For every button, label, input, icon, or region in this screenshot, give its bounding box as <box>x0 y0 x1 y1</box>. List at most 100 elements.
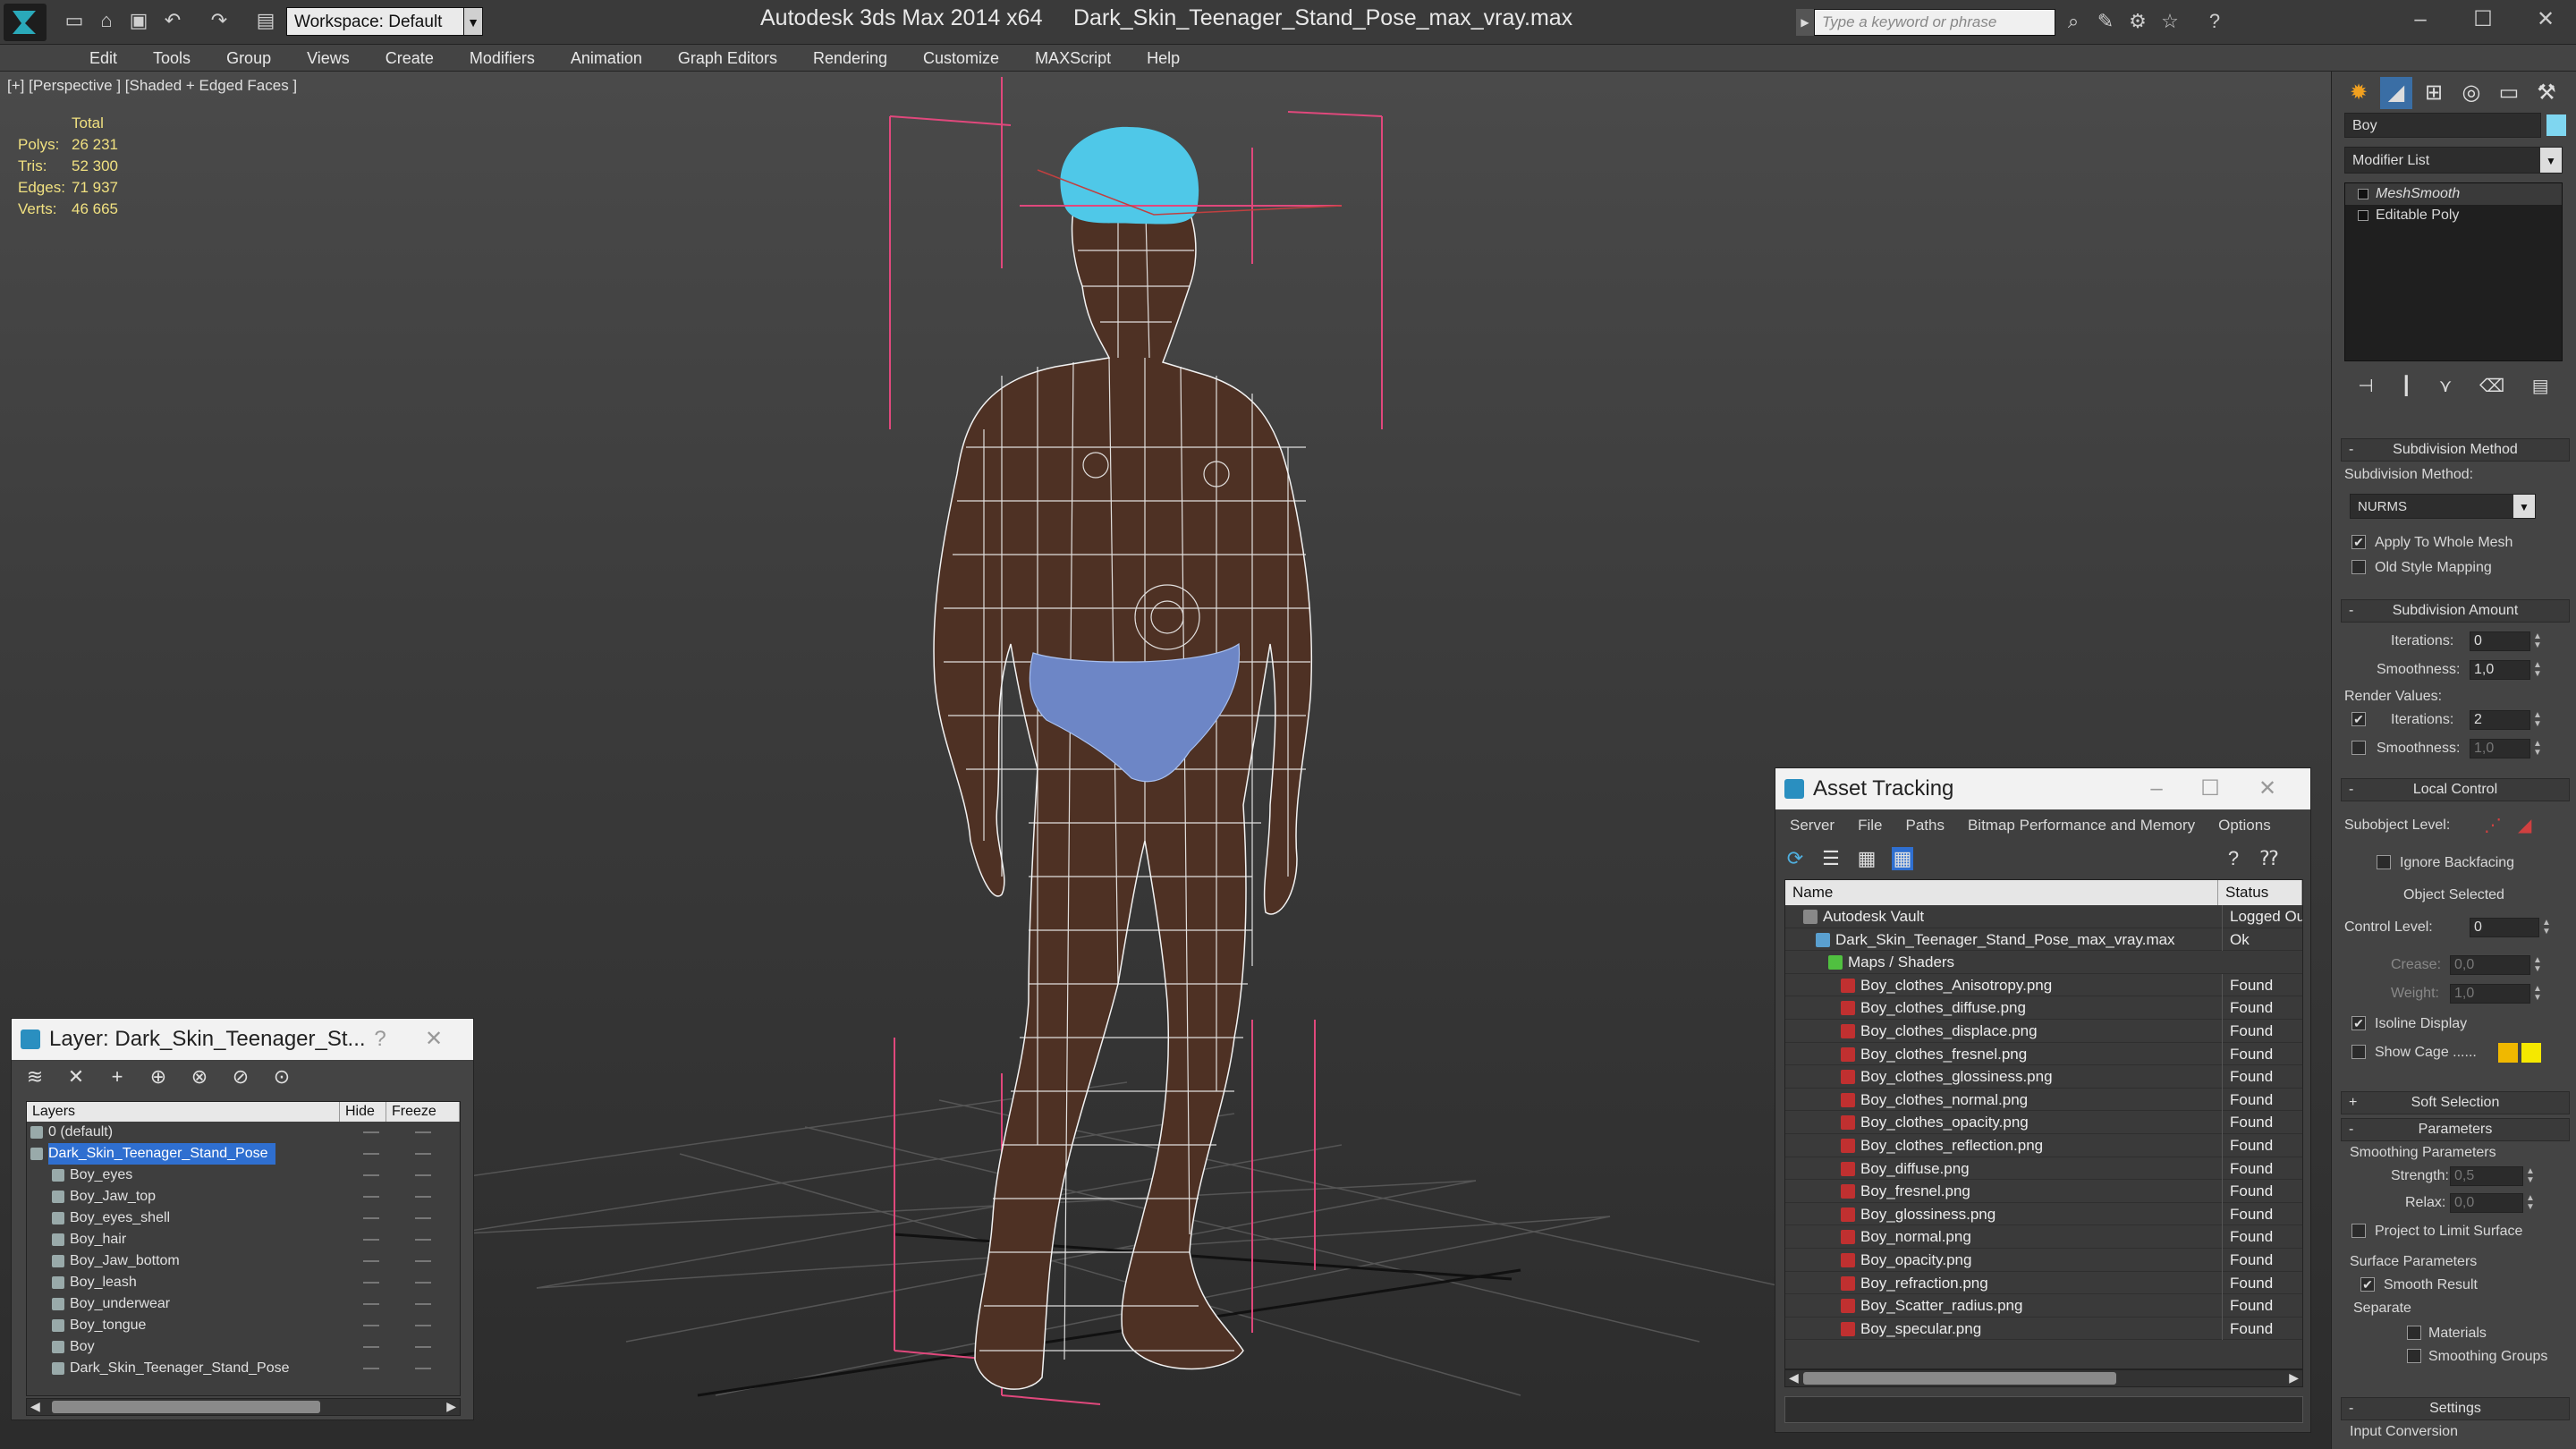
asset-row[interactable]: Boy_specular.png Found <box>1785 1317 2302 1341</box>
rollout-subdivision-method[interactable]: - Subdivision Method <box>2341 438 2570 462</box>
search-input[interactable]: Type a keyword or phrase <box>1814 9 2055 36</box>
asset-menu-server[interactable]: Server <box>1790 809 1835 842</box>
scrollbar-thumb[interactable] <box>52 1401 320 1413</box>
show-end-result-icon[interactable]: ┃ <box>2401 375 2411 397</box>
menu-modifiers[interactable]: Modifiers <box>452 45 553 71</box>
help-icon[interactable]: ? <box>2223 847 2244 870</box>
column-hide[interactable]: Hide <box>340 1102 386 1122</box>
stack-item-editable-poly[interactable]: Editable Poly <box>2345 205 2562 226</box>
asset-row[interactable]: Boy_clothes_opacity.png Found <box>1785 1111 2302 1134</box>
menu-group[interactable]: Group <box>208 45 289 71</box>
horizontal-scrollbar[interactable]: ◀ ▶ <box>26 1398 461 1416</box>
pin-stack-icon[interactable]: ⊣ <box>2358 375 2373 397</box>
binoculars-icon[interactable]: ⌕ <box>2061 9 2086 34</box>
subdivision-method-dropdown[interactable]: NURMS ▼ <box>2350 494 2536 519</box>
freeze-toggle[interactable] <box>415 1196 431 1198</box>
rollout-local-control[interactable]: - Local Control <box>2341 778 2570 801</box>
configure-sets-icon[interactable]: ▤ <box>2532 375 2549 397</box>
separate-materials-checkbox[interactable] <box>2407 1326 2421 1340</box>
hide-toggle[interactable] <box>363 1217 379 1219</box>
list-view-icon[interactable]: ☰ <box>1820 847 1842 870</box>
menu-customize[interactable]: Customize <box>905 45 1017 71</box>
help-icon[interactable]: ? <box>362 1019 398 1060</box>
scroll-right-icon[interactable]: ▶ <box>446 1399 456 1414</box>
asset-row[interactable]: Boy_glossiness.png Found <box>1785 1202 2302 1226</box>
collapse-icon[interactable]: - <box>2349 600 2353 622</box>
display-tab-icon[interactable]: ▭ <box>2493 77 2525 109</box>
layer-panel-header[interactable]: Layer: Dark_Skin_Teenager_St... ? ✕ <box>12 1019 473 1060</box>
hide-toggle[interactable] <box>363 1368 379 1369</box>
horizontal-scrollbar[interactable]: ◀ ▶ <box>1784 1369 2303 1387</box>
hierarchy-tab-icon[interactable]: ⊞ <box>2418 77 2450 109</box>
detail-view-icon[interactable]: ▦ <box>1856 847 1877 870</box>
smoothness-spinner[interactable]: 1,0 ▲ ▼ <box>2470 660 2542 680</box>
play-arrow-icon[interactable]: ▶ <box>1796 9 1814 36</box>
freeze-toggle[interactable] <box>415 1325 431 1326</box>
asset-row[interactable]: Boy_clothes_normal.png Found <box>1785 1088 2302 1112</box>
layer-row[interactable]: Boy_eyes_shell <box>27 1208 460 1229</box>
asset-menu-file[interactable]: File <box>1858 809 1882 842</box>
render-smoothness-checkbox[interactable] <box>2351 741 2366 755</box>
asset-menu-options[interactable]: Options <box>2218 809 2271 842</box>
minimize-icon[interactable]: – <box>2394 4 2447 36</box>
layer-row[interactable]: 0 (default) <box>27 1122 460 1143</box>
menu-tools[interactable]: Tools <box>135 45 208 71</box>
delete-icon[interactable]: ✕ <box>65 1065 87 1089</box>
layer-row[interactable]: Boy_eyes <box>27 1165 460 1186</box>
collapse-icon[interactable]: - <box>2349 779 2353 801</box>
chevron-down-icon[interactable]: ▼ <box>463 7 483 36</box>
modifier-stack[interactable]: MeshSmooth Editable Poly <box>2344 182 2563 361</box>
scroll-left-icon[interactable]: ◀ <box>30 1399 40 1414</box>
layer-row[interactable]: Boy <box>27 1336 460 1358</box>
rollout-settings[interactable]: - Settings <box>2341 1397 2570 1420</box>
freeze-toggle[interactable] <box>415 1282 431 1284</box>
hide-toggle[interactable] <box>363 1260 379 1262</box>
hide-toggle[interactable] <box>363 1346 379 1348</box>
asset-panel-header[interactable]: Asset Tracking – ☐ ✕ <box>1775 768 2310 809</box>
spinner-arrows-icon[interactable]: ▲ ▼ <box>2533 956 2546 974</box>
project-folder-icon[interactable]: ▤ <box>254 9 277 32</box>
smooth-result-checkbox[interactable]: ✔ <box>2360 1277 2375 1292</box>
communication-icon[interactable]: ✎ <box>2093 9 2118 34</box>
collapse-icon[interactable]: - <box>2349 1119 2353 1140</box>
asset-row[interactable]: Autodesk Vault Logged Ou <box>1785 905 2302 928</box>
asset-row[interactable]: Boy_refraction.png Found <box>1785 1271 2302 1295</box>
hide-toggle[interactable] <box>363 1131 379 1133</box>
freeze-toggle[interactable] <box>415 1239 431 1241</box>
render-smoothness-spinner[interactable]: 1,0 ▲ ▼ <box>2470 739 2542 758</box>
make-unique-icon[interactable]: ⋎ <box>2439 375 2453 397</box>
layer-row[interactable]: Dark_Skin_Teenager_Stand_Pose <box>27 1358 460 1379</box>
menu-edit[interactable]: Edit <box>72 45 135 71</box>
asset-row[interactable]: Dark_Skin_Teenager_Stand_Pose_max_vray.m… <box>1785 928 2302 952</box>
layer-row[interactable]: Dark_Skin_Teenager_Stand_Pose <box>27 1143 460 1165</box>
close-icon[interactable]: ✕ <box>2250 768 2285 809</box>
asset-row[interactable]: Maps / Shaders <box>1785 951 2302 974</box>
expand-icon[interactable] <box>2358 210 2368 221</box>
object-color-swatch[interactable] <box>2546 114 2566 136</box>
layer-row[interactable]: Boy_tongue <box>27 1315 460 1336</box>
hide-toggle[interactable] <box>363 1196 379 1198</box>
close-icon[interactable]: ✕ <box>2519 4 2572 36</box>
spinner-arrows-icon[interactable]: ▲ ▼ <box>2533 985 2546 1003</box>
isoline-display-checkbox[interactable]: ✔ <box>2351 1016 2366 1030</box>
expand-icon[interactable]: + <box>2349 1092 2357 1114</box>
hide-toggle[interactable] <box>363 1153 379 1155</box>
layer-row[interactable]: Boy_leash <box>27 1272 460 1293</box>
asset-menu-paths[interactable]: Paths <box>1905 809 1944 842</box>
hide-toggle[interactable] <box>363 1325 379 1326</box>
asset-row[interactable]: Boy_clothes_Anisotropy.png Found <box>1785 973 2302 997</box>
menu-help[interactable]: Help <box>1129 45 1198 71</box>
character-mesh[interactable] <box>933 126 1343 1390</box>
strength-spinner[interactable]: 0,5 ▲ ▼ <box>2450 1166 2535 1186</box>
expand-icon[interactable] <box>2358 189 2368 199</box>
asset-row[interactable]: Boy_opacity.png Found <box>1785 1248 2302 1272</box>
vertex-subobject-icon[interactable]: ⋰ <box>2484 814 2502 836</box>
rollout-parameters[interactable]: - Parameters <box>2341 1118 2570 1141</box>
rollout-subdivision-amount[interactable]: - Subdivision Amount <box>2341 599 2570 623</box>
chevron-down-icon[interactable]: ▼ <box>2540 148 2562 173</box>
stack-item-meshsmooth[interactable]: MeshSmooth <box>2345 183 2562 205</box>
scroll-left-icon[interactable]: ◀ <box>1789 1370 1799 1385</box>
control-level-spinner[interactable]: 0 ▲ ▼ <box>2470 918 2551 937</box>
layer-row[interactable]: Boy_hair <box>27 1229 460 1250</box>
hide-all-icon[interactable]: ⊘ <box>230 1065 251 1089</box>
